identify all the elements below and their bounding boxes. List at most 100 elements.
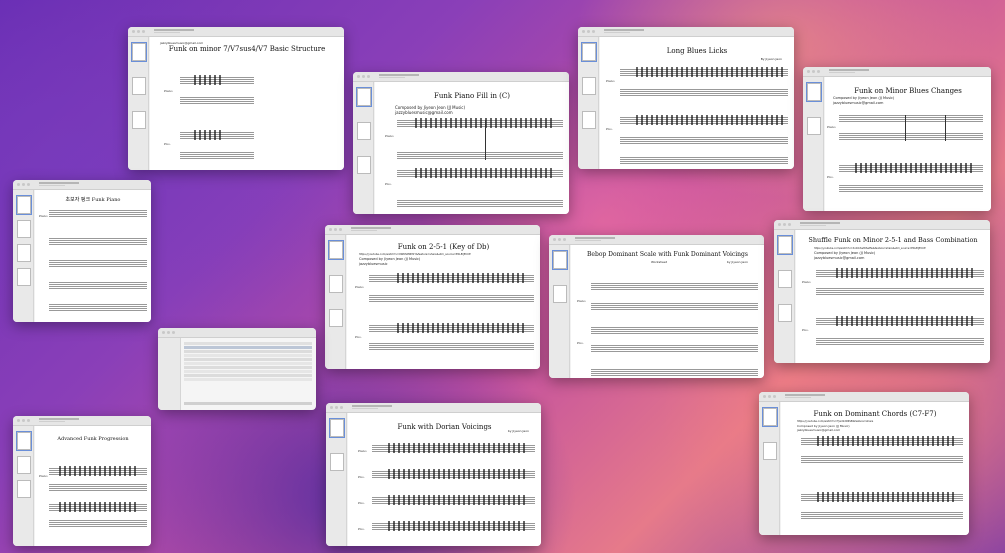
thumbnail-sidebar[interactable] bbox=[353, 82, 374, 214]
file-row[interactable] bbox=[184, 358, 312, 361]
page-thumbnail[interactable] bbox=[329, 418, 345, 438]
close-icon[interactable] bbox=[807, 70, 810, 73]
score-window-funk-minor[interactable]: jazzybluesmusic@gmail.com Funk on minor … bbox=[128, 27, 344, 170]
page-thumbnail[interactable] bbox=[17, 268, 31, 286]
page-thumbnail[interactable] bbox=[762, 407, 778, 427]
close-icon[interactable] bbox=[778, 223, 781, 226]
page-thumbnail[interactable] bbox=[356, 87, 372, 107]
minimize-icon[interactable] bbox=[587, 30, 590, 33]
score-window-blues-licks[interactable]: Long Blues Licks By Jiyeon Jeon Piano Pn… bbox=[578, 27, 794, 169]
score-window-251-db[interactable]: Funk on 2-5-1 (Key of Db) https://youtub… bbox=[325, 225, 540, 369]
close-icon[interactable] bbox=[330, 406, 333, 409]
minimize-icon[interactable] bbox=[558, 238, 561, 241]
zoom-icon[interactable] bbox=[773, 395, 776, 398]
close-icon[interactable] bbox=[553, 238, 556, 241]
close-icon[interactable] bbox=[17, 183, 20, 186]
file-row[interactable] bbox=[184, 346, 312, 349]
file-row[interactable] bbox=[184, 378, 312, 381]
zoom-icon[interactable] bbox=[563, 238, 566, 241]
page-thumbnail[interactable] bbox=[806, 82, 822, 102]
file-row[interactable] bbox=[184, 350, 312, 353]
minimize-icon[interactable] bbox=[335, 406, 338, 409]
title-bar[interactable] bbox=[759, 392, 969, 402]
minimize-icon[interactable] bbox=[167, 331, 170, 334]
page-thumbnail[interactable] bbox=[553, 285, 567, 303]
page-thumbnail[interactable] bbox=[16, 195, 32, 215]
title-bar[interactable] bbox=[13, 416, 151, 426]
score-window-bebop-dominant[interactable]: Bebop Dominant Scale with Funk Dominant … bbox=[549, 235, 764, 378]
file-row[interactable] bbox=[184, 366, 312, 369]
page-thumbnail[interactable] bbox=[778, 304, 792, 322]
file-row[interactable] bbox=[184, 362, 312, 365]
score-window-funk-fill[interactable]: Funk Piano Fill in (C) Composed by Jiyeo… bbox=[353, 72, 569, 214]
page-thumbnail[interactable] bbox=[777, 235, 793, 255]
page-thumbnail[interactable] bbox=[330, 453, 344, 471]
thumbnail-sidebar[interactable] bbox=[549, 245, 570, 378]
score-window-advanced-funk[interactable]: Advanced Funk Progression Piano bbox=[13, 416, 151, 546]
finder-sidebar[interactable] bbox=[158, 338, 181, 410]
zoom-icon[interactable] bbox=[788, 223, 791, 226]
thumbnail-sidebar[interactable] bbox=[13, 426, 34, 546]
close-icon[interactable] bbox=[132, 30, 135, 33]
thumbnail-sidebar[interactable] bbox=[326, 413, 347, 546]
title-bar[interactable] bbox=[774, 220, 990, 230]
title-bar[interactable] bbox=[803, 67, 991, 77]
score-window-dominant-chords[interactable]: Funk on Dominant Chords (C7-F7) https://… bbox=[759, 392, 969, 535]
close-icon[interactable] bbox=[17, 419, 20, 422]
page-thumbnail[interactable] bbox=[581, 42, 597, 62]
file-list-window[interactable] bbox=[158, 328, 316, 410]
file-row[interactable] bbox=[184, 374, 312, 377]
minimize-icon[interactable] bbox=[137, 30, 140, 33]
minimize-icon[interactable] bbox=[362, 75, 365, 78]
thumbnail-sidebar[interactable] bbox=[13, 190, 34, 322]
page-thumbnail[interactable] bbox=[17, 456, 31, 474]
minimize-icon[interactable] bbox=[768, 395, 771, 398]
page-thumbnail[interactable] bbox=[329, 309, 343, 327]
page-thumbnail[interactable] bbox=[582, 77, 596, 95]
page-thumbnail[interactable] bbox=[329, 275, 343, 293]
page-thumbnail[interactable] bbox=[357, 122, 371, 140]
zoom-icon[interactable] bbox=[27, 419, 30, 422]
page-thumbnail[interactable] bbox=[552, 250, 568, 270]
title-bar[interactable] bbox=[353, 72, 569, 82]
page-thumbnail[interactable] bbox=[132, 111, 146, 129]
page-thumbnail[interactable] bbox=[17, 480, 31, 498]
title-bar[interactable] bbox=[326, 403, 541, 413]
zoom-icon[interactable] bbox=[339, 228, 342, 231]
score-window-dorian[interactable]: Funk with Dorian Voicings by Jiyeon Jeon… bbox=[326, 403, 541, 546]
page-thumbnail[interactable] bbox=[778, 270, 792, 288]
title-bar[interactable] bbox=[325, 225, 540, 235]
score-window-shuffle-funk[interactable]: Shuffle Funk on Minor 2-5-1 and Bass Com… bbox=[774, 220, 990, 363]
title-bar[interactable] bbox=[549, 235, 764, 245]
page-thumbnail[interactable] bbox=[132, 77, 146, 95]
close-icon[interactable] bbox=[329, 228, 332, 231]
zoom-icon[interactable] bbox=[340, 406, 343, 409]
file-row[interactable] bbox=[184, 370, 312, 373]
minimize-icon[interactable] bbox=[334, 228, 337, 231]
file-row[interactable] bbox=[184, 342, 312, 345]
file-row[interactable] bbox=[184, 354, 312, 357]
page-thumbnail[interactable] bbox=[807, 117, 821, 135]
page-thumbnail[interactable] bbox=[17, 220, 31, 238]
title-bar[interactable] bbox=[13, 180, 151, 190]
title-bar[interactable] bbox=[578, 27, 794, 37]
page-thumbnail[interactable] bbox=[357, 156, 371, 174]
thumbnail-sidebar[interactable] bbox=[774, 230, 795, 363]
page-thumbnail[interactable] bbox=[582, 111, 596, 129]
minimize-icon[interactable] bbox=[22, 419, 25, 422]
title-bar[interactable] bbox=[158, 328, 316, 338]
page-thumbnail[interactable] bbox=[131, 42, 147, 62]
title-bar[interactable] bbox=[128, 27, 344, 37]
zoom-icon[interactable] bbox=[367, 75, 370, 78]
page-thumbnail[interactable] bbox=[16, 431, 32, 451]
thumbnail-sidebar[interactable] bbox=[759, 402, 780, 535]
page-thumbnail[interactable] bbox=[328, 240, 344, 260]
minimize-icon[interactable] bbox=[22, 183, 25, 186]
zoom-icon[interactable] bbox=[592, 30, 595, 33]
zoom-icon[interactable] bbox=[142, 30, 145, 33]
minimize-icon[interactable] bbox=[812, 70, 815, 73]
close-icon[interactable] bbox=[763, 395, 766, 398]
zoom-icon[interactable] bbox=[817, 70, 820, 73]
thumbnail-sidebar[interactable] bbox=[128, 37, 149, 170]
close-icon[interactable] bbox=[357, 75, 360, 78]
